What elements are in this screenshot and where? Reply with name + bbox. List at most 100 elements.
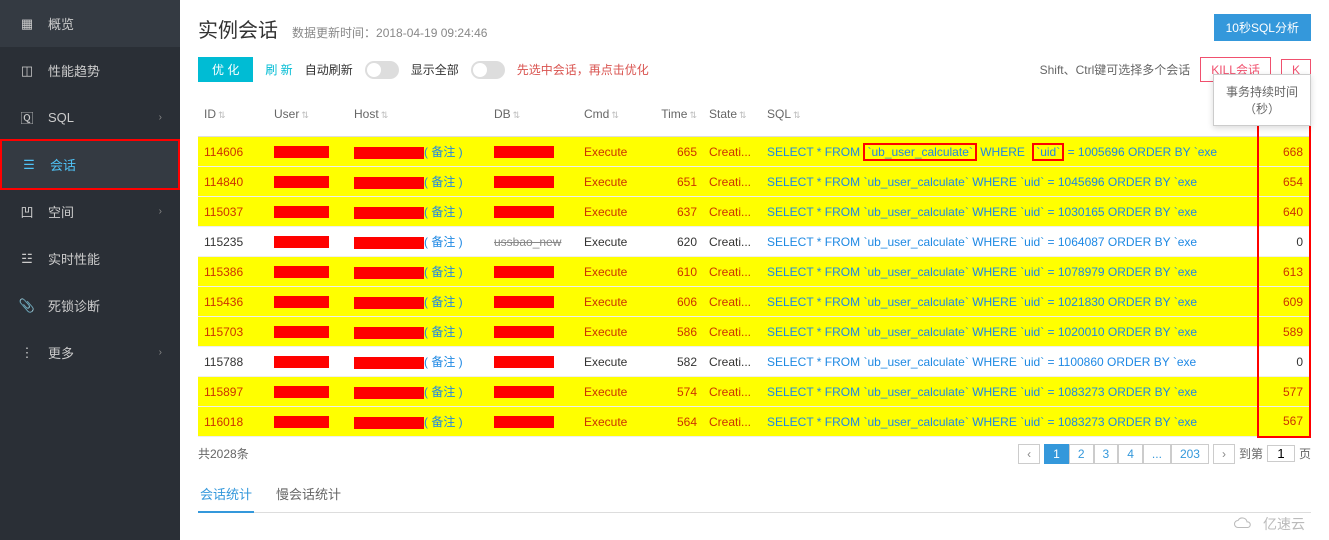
col-user[interactable]: User⇅ bbox=[268, 91, 348, 137]
sidebar-item-label: 死锁诊断 bbox=[48, 296, 100, 315]
sidebar-item-deadlock[interactable]: 📎 死锁诊断 bbox=[0, 282, 180, 329]
sidebar-item-overview[interactable]: ▦ 概览 bbox=[0, 0, 180, 47]
page-button[interactable]: 2 bbox=[1069, 444, 1094, 464]
cell-trx: 654 bbox=[1258, 167, 1310, 197]
tab-session-stats[interactable]: 会话统计 bbox=[198, 476, 254, 513]
table-row[interactable]: 114840( 备注 )Execute651Creati...SELECT * … bbox=[198, 167, 1310, 197]
cell-sql[interactable]: SELECT * FROM `ub_user_calculate` WHERE … bbox=[761, 377, 1258, 407]
sql-icon: 🅀 bbox=[18, 108, 36, 127]
sidebar-item-space[interactable]: 凹 空间 › bbox=[0, 188, 180, 235]
multi-select-hint: Shift、Ctrl键可选择多个会话 bbox=[1040, 61, 1191, 78]
cell-host: ( 备注 ) bbox=[348, 317, 488, 347]
page-button[interactable]: 1 bbox=[1044, 444, 1069, 464]
cell-cmd: Execute bbox=[578, 257, 648, 287]
cell-cmd: Execute bbox=[578, 197, 648, 227]
show-all-label: 显示全部 bbox=[411, 61, 459, 78]
cell-time: 606 bbox=[648, 287, 703, 317]
cell-cmd: Execute bbox=[578, 317, 648, 347]
col-cmd[interactable]: Cmd⇅ bbox=[578, 91, 648, 137]
cell-sql[interactable]: SELECT * FROM `ub_user_calculate` WHERE … bbox=[761, 257, 1258, 287]
cell-user bbox=[268, 197, 348, 227]
cell-trx: 640 bbox=[1258, 197, 1310, 227]
trx-duration-tooltip: 事务持续时间 （秒） bbox=[1213, 74, 1311, 126]
cell-state: Creati... bbox=[703, 137, 761, 167]
cell-host: ( 备注 ) bbox=[348, 257, 488, 287]
sidebar-item-realtime[interactable]: ☳ 实时性能 bbox=[0, 235, 180, 282]
page-button[interactable]: 203 bbox=[1171, 444, 1209, 464]
goto-page-input[interactable] bbox=[1267, 445, 1295, 462]
main-content: 实例会话 数据更新时间：2018-04-19 09:24:46 10秒SQL分析… bbox=[180, 0, 1329, 540]
table-row[interactable]: 115897( 备注 )Execute574Creati...SELECT * … bbox=[198, 377, 1310, 407]
page-title: 实例会话 bbox=[198, 14, 278, 43]
cell-trx: 577 bbox=[1258, 377, 1310, 407]
cell-id: 115703 bbox=[198, 317, 268, 347]
cell-time: 610 bbox=[648, 257, 703, 287]
page-button[interactable]: 4 bbox=[1118, 444, 1143, 464]
cell-state: Creati... bbox=[703, 317, 761, 347]
auto-refresh-switch[interactable] bbox=[365, 61, 399, 79]
bottom-tabs: 会话统计 慢会话统计 bbox=[198, 476, 1311, 513]
optimize-button[interactable]: 优 化 bbox=[198, 57, 253, 82]
table-row[interactable]: 115703( 备注 )Execute586Creati...SELECT * … bbox=[198, 317, 1310, 347]
table-row[interactable]: 115235( 备注 )ussbao_newExecute620Creati..… bbox=[198, 227, 1310, 257]
cell-host: ( 备注 ) bbox=[348, 407, 488, 437]
col-state[interactable]: State⇅ bbox=[703, 91, 761, 137]
cell-time: 564 bbox=[648, 407, 703, 437]
table-row[interactable]: 115386( 备注 )Execute610Creati...SELECT * … bbox=[198, 257, 1310, 287]
toolbar: 优 化 刷 新 自动刷新 显示全部 先选中会话，再点击优化 Shift、Ctrl… bbox=[198, 57, 1311, 82]
cell-trx: 567 bbox=[1258, 407, 1310, 437]
sidebar-item-label: 会话 bbox=[50, 155, 76, 174]
cell-db bbox=[488, 317, 578, 347]
cell-sql[interactable]: SELECT * FROM `ub_user_calculate` WHERE … bbox=[761, 317, 1258, 347]
cell-cmd: Execute bbox=[578, 287, 648, 317]
cell-sql[interactable]: SELECT * FROM `ub_user_calculate` WHERE … bbox=[761, 347, 1258, 377]
col-id[interactable]: ID⇅ bbox=[198, 91, 268, 137]
table-row[interactable]: 114606( 备注 )Execute665Creati...SELECT * … bbox=[198, 137, 1310, 167]
cell-sql[interactable]: SELECT * FROM `ub_user_calculate` WHERE … bbox=[761, 137, 1258, 167]
cell-sql[interactable]: SELECT * FROM `ub_user_calculate` WHERE … bbox=[761, 167, 1258, 197]
sql-analysis-button[interactable]: 10秒SQL分析 bbox=[1214, 14, 1311, 41]
table-row[interactable]: 115037( 备注 )Execute637Creati...SELECT * … bbox=[198, 197, 1310, 227]
table-row[interactable]: 115788( 备注 )Execute582Creati...SELECT * … bbox=[198, 347, 1310, 377]
page-button[interactable]: ... bbox=[1143, 444, 1171, 464]
cloud-icon bbox=[1231, 516, 1259, 532]
next-page-button[interactable]: › bbox=[1213, 444, 1235, 464]
cell-sql[interactable]: SELECT * FROM `ub_user_calculate` WHERE … bbox=[761, 407, 1258, 437]
cell-id: 115436 bbox=[198, 287, 268, 317]
cell-cmd: Execute bbox=[578, 137, 648, 167]
table-row[interactable]: 115436( 备注 )Execute606Creati...SELECT * … bbox=[198, 287, 1310, 317]
cell-sql[interactable]: SELECT * FROM `ub_user_calculate` WHERE … bbox=[761, 197, 1258, 227]
sidebar-item-more[interactable]: ⋮ 更多 › bbox=[0, 329, 180, 376]
table-footer: 共2028条 ‹ 1234...203 › 到第 页 bbox=[198, 438, 1311, 470]
prev-page-button[interactable]: ‹ bbox=[1018, 444, 1040, 464]
col-sql[interactable]: SQL⇅ bbox=[761, 91, 1258, 137]
goto-label: 到第 bbox=[1239, 445, 1263, 462]
cell-trx: 0 bbox=[1258, 347, 1310, 377]
cell-host: ( 备注 ) bbox=[348, 167, 488, 197]
col-time[interactable]: Time⇅ bbox=[648, 91, 703, 137]
chevron-right-icon: › bbox=[159, 347, 162, 358]
chart-icon: ◫ bbox=[18, 63, 36, 79]
col-host[interactable]: Host⇅ bbox=[348, 91, 488, 137]
cell-host: ( 备注 ) bbox=[348, 137, 488, 167]
tab-slow-session-stats[interactable]: 慢会话统计 bbox=[274, 476, 343, 512]
cell-sql[interactable]: SELECT * FROM `ub_user_calculate` WHERE … bbox=[761, 227, 1258, 257]
cell-trx: 668 bbox=[1258, 137, 1310, 167]
refresh-link[interactable]: 刷 新 bbox=[265, 61, 292, 78]
cell-user bbox=[268, 317, 348, 347]
cell-trx: 613 bbox=[1258, 257, 1310, 287]
cell-state: Creati... bbox=[703, 257, 761, 287]
cell-user bbox=[268, 377, 348, 407]
table-row[interactable]: 116018( 备注 )Execute564Creati...SELECT * … bbox=[198, 407, 1310, 437]
cell-cmd: Execute bbox=[578, 407, 648, 437]
sidebar-item-perf-trend[interactable]: ◫ 性能趋势 bbox=[0, 47, 180, 94]
col-db[interactable]: DB⇅ bbox=[488, 91, 578, 137]
total-count: 共2028条 bbox=[198, 445, 249, 462]
sort-icon: ⇅ bbox=[513, 110, 521, 120]
sidebar-item-sql[interactable]: 🅀 SQL › bbox=[0, 94, 180, 141]
page-button[interactable]: 3 bbox=[1094, 444, 1119, 464]
cell-sql[interactable]: SELECT * FROM `ub_user_calculate` WHERE … bbox=[761, 287, 1258, 317]
sidebar-item-session[interactable]: ☰ 会话 bbox=[2, 141, 178, 188]
cell-id: 115037 bbox=[198, 197, 268, 227]
show-all-switch[interactable] bbox=[471, 61, 505, 79]
